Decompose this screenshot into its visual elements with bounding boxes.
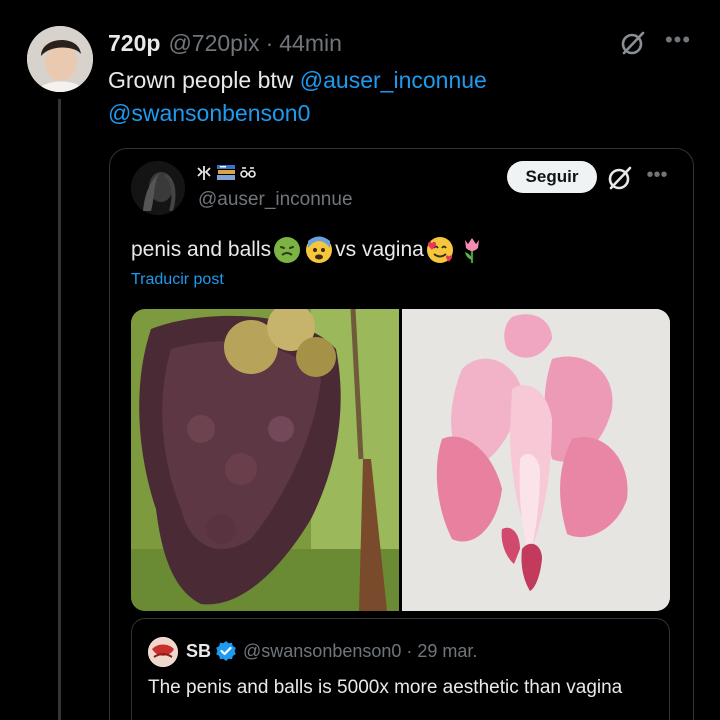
tweet-time[interactable]: 44min [279, 30, 342, 57]
tweet-text: Grown people btw @auser_inconnue @swanso… [108, 64, 668, 130]
nested-author-name[interactable]: SB [186, 641, 211, 662]
author-avatar[interactable] [27, 26, 93, 92]
author-handle[interactable]: @720pix [168, 30, 259, 57]
grapes-image[interactable] [131, 309, 399, 611]
mention-link[interactable]: @swansonbenson0 [108, 100, 310, 126]
header-separator: · [406, 640, 413, 661]
tweet-body: Grown people btw [108, 67, 294, 93]
header-separator: · [265, 29, 274, 56]
nested-quoted-post[interactable] [131, 618, 670, 720]
verified-badge-icon [215, 640, 237, 662]
nested-author-avatar[interactable] [148, 637, 178, 667]
nested-author-handle[interactable]: @swansonbenson0 [243, 641, 401, 662]
translate-post-link[interactable]: Traducir post [131, 271, 224, 289]
quoted-author-avatar[interactable] [131, 161, 185, 215]
quoted-text-part: vs vagina [335, 238, 424, 261]
nauseated-face-icon [273, 236, 301, 264]
glasses-icon [240, 166, 256, 185]
tulip-icon [458, 236, 486, 264]
nested-post-header: SB @swansonbenson0 · 29 mar. [186, 638, 477, 664]
thread-line [58, 99, 61, 720]
follow-button[interactable]: Seguir [507, 161, 597, 193]
mention-link[interactable]: @auser_inconnue [300, 67, 487, 93]
quoted-post-text: penis and balls vs vagina [131, 233, 488, 267]
books-icon [215, 162, 237, 189]
quoted-author-name[interactable] [196, 162, 256, 189]
zh-glyph-icon [196, 165, 212, 186]
smiling-face-with-hearts-icon [426, 236, 454, 264]
quoted-media[interactable] [131, 309, 670, 611]
more-options-icon[interactable]: ••• [664, 29, 692, 56]
more-options-icon[interactable]: ••• [644, 165, 670, 190]
nested-post-text: The penis and balls is 5000x more aesthe… [148, 677, 623, 698]
tweet-header: 720p @720pix · 44min [108, 28, 342, 58]
grok-icon[interactable] [618, 28, 648, 58]
grok-icon[interactable] [605, 163, 635, 193]
nested-post-time[interactable]: 29 mar. [417, 641, 477, 662]
quoted-text-part: penis and balls [131, 238, 272, 261]
flower-petals-image[interactable] [402, 309, 670, 611]
author-name[interactable]: 720p [108, 30, 160, 57]
quoted-author-handle[interactable]: @auser_inconnue [198, 189, 353, 211]
anxious-face-icon [305, 236, 333, 264]
